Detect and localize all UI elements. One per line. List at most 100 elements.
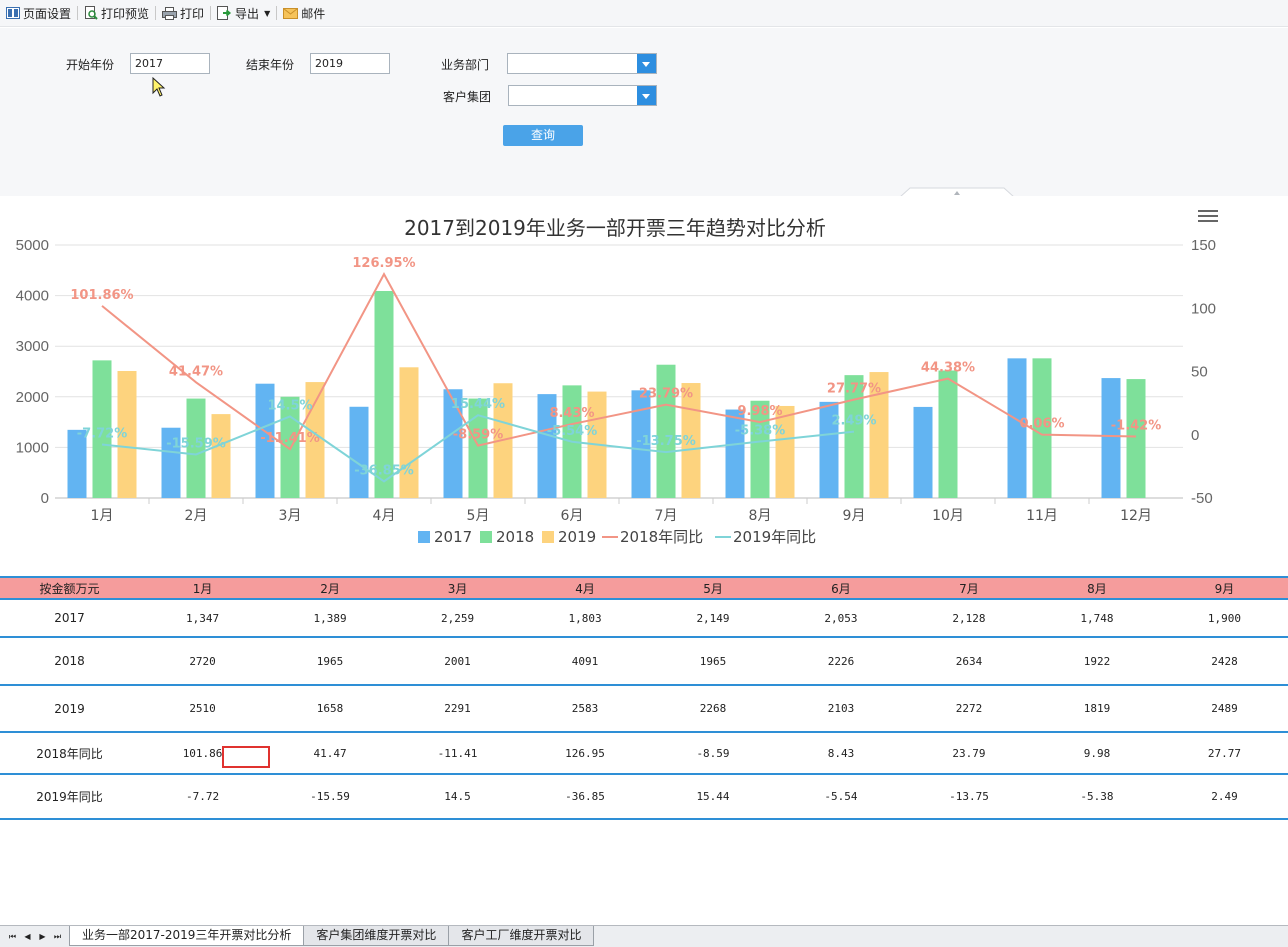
table-cell[interactable]: -13.75	[904, 774, 1033, 820]
row-label[interactable]: 2019年同比	[0, 774, 140, 820]
chart-menu-icon[interactable]	[1198, 210, 1218, 226]
row-label[interactable]: 2017	[0, 599, 140, 638]
y2-tick-label: -50	[1191, 490, 1213, 507]
chart-title: 2017到2019年业务一部开票三年趋势对比分析	[404, 216, 826, 240]
table-cell[interactable]: 1,748	[1032, 599, 1161, 638]
table-cell[interactable]: 126.95	[521, 732, 650, 775]
next-sheet-icon[interactable]: ▶	[36, 930, 49, 943]
table-cell[interactable]: 1965	[266, 637, 395, 686]
data-label-2019年同比: 2.49%	[831, 414, 876, 429]
table-cell[interactable]: 14.5	[394, 774, 522, 820]
legend-label: 2019	[558, 528, 596, 546]
start-year-input[interactable]: 2017	[130, 53, 210, 74]
data-label-2018年同比: 23.79%	[639, 387, 693, 402]
month-header: 3月	[394, 576, 522, 600]
table-cell[interactable]: 1,347	[139, 599, 267, 638]
table-cell[interactable]: 2.49	[1160, 774, 1288, 820]
data-label-2019年同比: -13.75%	[636, 434, 696, 449]
table-cell[interactable]: -5.54	[777, 774, 905, 820]
table-cell[interactable]: 2103	[777, 685, 905, 733]
print-button[interactable]: 打印	[158, 3, 208, 23]
page-setup-button[interactable]: 页面设置	[2, 3, 75, 23]
table-cell[interactable]: 9.98	[1032, 732, 1161, 775]
table-cell[interactable]: 2583	[521, 685, 650, 733]
last-sheet-icon[interactable]: ⏭	[51, 930, 64, 943]
table-cell[interactable]: 41.47	[266, 732, 395, 775]
table-cell[interactable]: 2001	[394, 637, 522, 686]
chart-container: 0 1000 2000 3000 4000 5000 -50 0 50 100 150 1月 2月 3月 4…	[0, 196, 1288, 566]
export-button[interactable]: 导出 ▼	[213, 3, 274, 23]
printer-icon	[162, 6, 178, 20]
x-tick-label: 3月	[279, 508, 302, 524]
table-cell[interactable]: 8.43	[777, 732, 905, 775]
table-cell[interactable]: 2489	[1160, 685, 1288, 733]
table-header-row: 按金额万元 1月 2月 3月 4月 5月 6月 7月 8月 9月	[0, 576, 1288, 600]
table-cell[interactable]: 2720	[139, 637, 267, 686]
toolbar-divider	[210, 6, 212, 20]
toolbar-divider	[155, 6, 157, 20]
department-select[interactable]	[507, 53, 657, 74]
table-row: 2018 2720 1965 2001 4091 1965 2226 2634 1922 2428	[0, 637, 1288, 686]
x-tick-label: 6月	[561, 508, 584, 524]
table-cell[interactable]: 2272	[904, 685, 1033, 733]
row-label[interactable]: 2018年同比	[0, 732, 140, 775]
table-cell[interactable]: 1965	[649, 637, 777, 686]
table-cell[interactable]: 1,803	[521, 599, 650, 638]
table-cell[interactable]: -36.85	[521, 774, 650, 820]
table-cell[interactable]: 2,149	[649, 599, 777, 638]
query-button[interactable]: 查询	[503, 125, 583, 146]
first-sheet-icon[interactable]: ⏮	[6, 930, 19, 943]
table-cell[interactable]: 2428	[1160, 637, 1288, 686]
table-cell[interactable]: 2,259	[394, 599, 522, 638]
customer-group-label: 客户集团	[443, 90, 492, 104]
table-cell[interactable]: 1658	[266, 685, 395, 733]
print-preview-button[interactable]: 打印预览	[80, 3, 153, 23]
table-cell[interactable]: 4091	[521, 637, 650, 686]
table-cell[interactable]: 2634	[904, 637, 1033, 686]
data-label-2018年同比: 9.98%	[737, 404, 782, 419]
table-cell[interactable]: 23.79	[904, 732, 1033, 775]
sheet-tab-customer-factory[interactable]: 客户工厂维度开票对比	[448, 926, 595, 946]
data-label-2018年同比: 8.43%	[549, 406, 594, 421]
customer-group-select[interactable]	[508, 85, 657, 106]
table-cell[interactable]: 2,053	[777, 599, 905, 638]
y2-tick-label: 0	[1191, 427, 1199, 444]
table-cell[interactable]: 15.44	[649, 774, 777, 820]
selected-cell-highlight[interactable]	[222, 746, 270, 768]
table-cell[interactable]: 2226	[777, 637, 905, 686]
table-cell[interactable]: 1,900	[1160, 599, 1288, 638]
page-setup-icon	[6, 7, 20, 19]
data-label-2018年同比: 44.38%	[921, 361, 975, 376]
end-year-input[interactable]: 2019	[310, 53, 390, 74]
chevron-down-icon[interactable]	[637, 54, 656, 73]
table-cell[interactable]: 2291	[394, 685, 522, 733]
row-label[interactable]: 2019	[0, 685, 140, 733]
y-tick-label: 4000	[16, 288, 49, 305]
sheet-tab-customer-group[interactable]: 客户集团维度开票对比	[303, 926, 450, 946]
prev-sheet-icon[interactable]: ◀	[21, 930, 34, 943]
y2-tick-label: 100	[1191, 300, 1216, 317]
table-cell[interactable]: 1,389	[266, 599, 395, 638]
table-cell[interactable]: 1819	[1032, 685, 1161, 733]
bar-2018	[938, 370, 958, 498]
bar-2017	[349, 406, 369, 498]
sheet-tab-sales-dept[interactable]: 业务一部2017-2019三年开票对比分析	[69, 926, 305, 946]
row-label[interactable]: 2018	[0, 637, 140, 686]
data-label-2018年同比: 0.06%	[1019, 417, 1064, 432]
table-cell[interactable]: -11.41	[394, 732, 522, 775]
chevron-down-icon[interactable]	[637, 86, 656, 105]
table-row: 2019 2510 1658 2291 2583 2268 2103 2272 1819 2489	[0, 685, 1288, 733]
table-cell[interactable]: -15.59	[266, 774, 395, 820]
print-preview-label: 打印预览	[101, 6, 150, 21]
table-cell[interactable]: -7.72	[139, 774, 267, 820]
legend-swatch	[480, 531, 492, 543]
mail-button[interactable]: 邮件	[279, 3, 329, 23]
table-cell[interactable]: 1922	[1032, 637, 1161, 686]
table-cell[interactable]: -8.59	[649, 732, 777, 775]
table-cell[interactable]: 27.77	[1160, 732, 1288, 775]
table-cell[interactable]: 2268	[649, 685, 777, 733]
table-cell[interactable]: -5.38	[1032, 774, 1161, 820]
page-setup-label: 页面设置	[23, 6, 72, 21]
table-cell[interactable]: 2510	[139, 685, 267, 733]
table-cell[interactable]: 2,128	[904, 599, 1033, 638]
